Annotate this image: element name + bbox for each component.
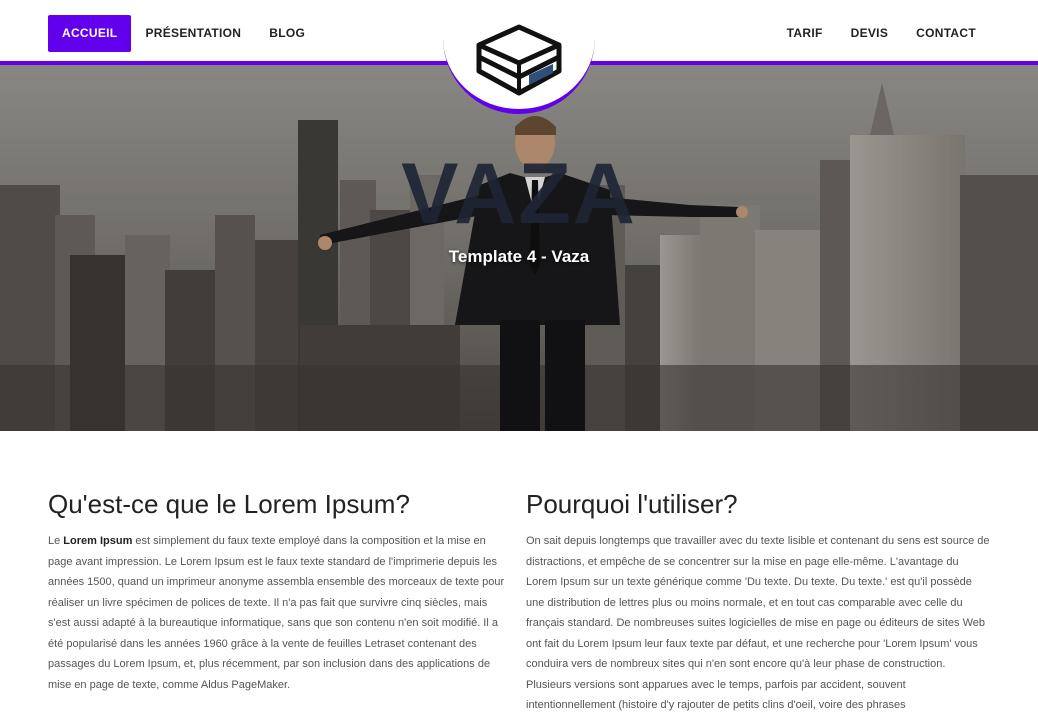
article-left-text: est simplement du faux texte employé dan… [48, 535, 505, 691]
nav-presentation[interactable]: PRÉSENTATION [131, 15, 255, 52]
lead-prefix: Le [48, 535, 64, 547]
nav-devis[interactable]: DEVIS [837, 15, 903, 52]
lead-bold: Lorem Ipsum [63, 535, 133, 547]
nav-accueil[interactable]: ACCUEIL [48, 15, 132, 52]
main-content: Qu'est-ce que le Lorem Ipsum? Le Lorem I… [48, 488, 990, 712]
hero-subtitle: Template 4 - Vaza [448, 247, 590, 266]
article-left-title: Qu'est-ce que le Lorem Ipsum? [48, 489, 410, 519]
article-right: Pourquoi l'utiliser? On sait depuis long… [526, 488, 990, 712]
article-left-body: Le Lorem Ipsum est simplement du faux te… [48, 531, 512, 695]
nav-contact[interactable]: CONTACT [902, 15, 990, 52]
article-left: Qu'est-ce que le Lorem Ipsum? Le Lorem I… [48, 488, 512, 712]
article-right-title: Pourquoi l'utiliser? [526, 489, 738, 519]
nav-left: ACCUEIL PRÉSENTATION BLOG [48, 15, 319, 52]
hero-banner: VAZA Template 4 - Vaza [0, 65, 1038, 431]
hero-title: VAZA [401, 146, 637, 242]
nav-right: TARIF DEVIS CONTACT [773, 15, 990, 52]
nav-blog[interactable]: BLOG [255, 15, 319, 52]
nav-tarif[interactable]: TARIF [773, 15, 837, 52]
brick-box-icon [476, 24, 562, 96]
article-right-body: On sait depuis longtemps que travailler … [526, 535, 990, 711]
